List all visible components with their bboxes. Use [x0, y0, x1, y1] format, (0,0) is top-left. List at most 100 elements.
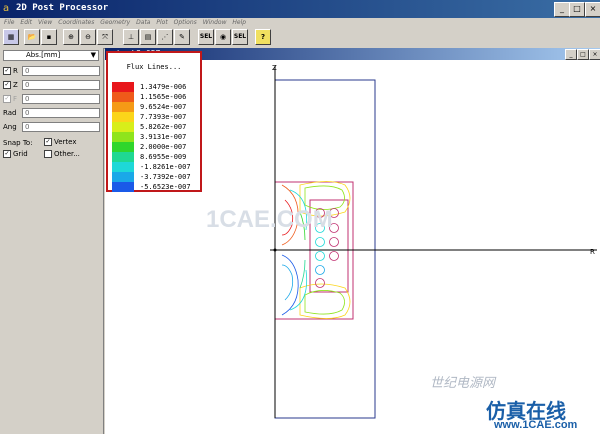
title-bar: a 2D Post Processor _ □ ×	[0, 0, 600, 18]
doc-maximize-button[interactable]: □	[577, 49, 589, 60]
flux-line	[281, 254, 299, 316]
vertex-checkbox[interactable]: ✓	[44, 138, 52, 146]
legend-swatch	[112, 172, 134, 182]
menu-plot[interactable]: Plot	[156, 18, 167, 28]
legend-row: 3.9131e-007	[112, 132, 198, 142]
toolbar: ▦ 📂 ▪ ⊕ ⊖ ⤧ ⊥ ▤ ⋰ ✎ SEL ◉ SEL ?	[0, 28, 600, 49]
z-label: Z	[13, 81, 18, 89]
legend-value: -5.6523e-007	[140, 183, 191, 191]
legend-row: 1.3479e-006	[112, 82, 198, 92]
conductor	[329, 237, 339, 247]
legend-value: 8.6955e-009	[140, 153, 187, 161]
legend-value: -1.8261e-007	[140, 163, 191, 171]
grid-icon[interactable]: ▤	[140, 29, 156, 45]
legend-row: -1.8261e-007	[112, 162, 198, 172]
grid-label: Grid	[13, 150, 28, 158]
plot-icon[interactable]: ⋰	[157, 29, 173, 45]
window-title: 2D Post Processor	[16, 3, 109, 13]
vertex-option[interactable]: ✓ Vertex	[44, 137, 77, 148]
menu-data[interactable]: Data	[136, 18, 150, 28]
coordinate-system-select[interactable]: Abs.[mm] ▼	[3, 50, 99, 61]
legend-swatch	[112, 152, 134, 162]
conductor	[315, 237, 325, 247]
menu-file[interactable]: File	[4, 18, 14, 28]
legend-row: -5.6523e-007	[112, 182, 198, 192]
eye-icon[interactable]: ◉	[215, 29, 231, 45]
z-field[interactable]: 0	[22, 80, 100, 90]
grid-checkbox[interactable]: ✓	[3, 150, 11, 158]
legend-swatch	[112, 162, 134, 172]
zoom-in-icon[interactable]: ⊕	[63, 29, 79, 45]
vertex-label: Vertex	[54, 138, 77, 146]
flux-lines-legend: Flux Lines... 1.3479e-006 1.1565e-006 9.65…	[106, 51, 202, 192]
legend-row: -3.7392e-007	[112, 172, 198, 182]
legend-swatch	[112, 92, 134, 102]
other-checkbox[interactable]	[44, 150, 52, 158]
ang-label: Ang	[3, 123, 17, 131]
menu-window[interactable]: Window	[203, 18, 227, 28]
r-label: R	[13, 67, 18, 75]
origin-marker	[273, 248, 277, 252]
menu-bar: File Edit View Coordinates Geometry Data…	[0, 18, 600, 28]
legend-row: 7.7393e-007	[112, 112, 198, 122]
legend-row: 8.6955e-009	[112, 152, 198, 162]
r-field[interactable]: 0	[22, 66, 100, 76]
domain-boundary	[274, 79, 376, 419]
conductor	[315, 278, 325, 288]
close-button[interactable]: ×	[585, 2, 600, 17]
other-option[interactable]: Other...	[44, 149, 80, 160]
f-field: 0	[22, 94, 100, 104]
calculator-icon[interactable]: ▦	[3, 29, 19, 45]
zoom-fit-icon[interactable]: ⤧	[97, 29, 113, 45]
help-icon[interactable]: ?	[255, 29, 271, 45]
zoom-out-icon[interactable]: ⊖	[80, 29, 96, 45]
flux-line	[299, 259, 306, 289]
select-button[interactable]: SEL	[198, 29, 214, 45]
menu-geometry[interactable]: Geometry	[100, 18, 130, 28]
f-label: F	[13, 95, 18, 103]
conductor	[329, 251, 339, 261]
legend-swatch	[112, 132, 134, 142]
menu-view[interactable]: View	[38, 18, 52, 28]
legend-value: 1.3479e-006	[140, 83, 187, 91]
legend-row: 1.1565e-006	[112, 92, 198, 102]
minimize-button[interactable]: _	[554, 2, 570, 17]
legend-row: 9.6524e-007	[112, 102, 198, 112]
conductor	[315, 251, 325, 261]
select-area-button[interactable]: SEL	[232, 29, 248, 45]
legend-row: 2.0000e-007	[112, 142, 198, 152]
z-axis-label: Z	[272, 64, 277, 72]
r-checkbox[interactable]: ✓	[3, 67, 11, 75]
flux-line	[299, 283, 351, 319]
coordinate-system-value: Abs.[mm]	[26, 51, 61, 59]
watermark: www.1CAE.com	[494, 419, 578, 431]
legend-swatch	[112, 102, 134, 112]
rad-field[interactable]: 0	[22, 108, 100, 118]
other-label: Other...	[54, 150, 80, 158]
open-folder-icon[interactable]: 📂	[24, 29, 40, 45]
legend-value: 2.0000e-007	[140, 143, 187, 151]
rad-label: Rad	[3, 109, 17, 117]
legend-swatch	[112, 182, 134, 192]
axes-icon[interactable]: ⊥	[123, 29, 139, 45]
snap-to-label: Snap To:	[3, 139, 33, 147]
menu-options[interactable]: Options	[174, 18, 197, 28]
maximize-button[interactable]: □	[569, 2, 585, 17]
save-icon[interactable]: ▪	[41, 29, 57, 45]
doc-close-button[interactable]: ×	[589, 49, 600, 60]
menu-edit[interactable]: Edit	[20, 18, 32, 28]
watermark: 1CAE.COM	[206, 206, 333, 233]
r-axis-label: R	[590, 248, 595, 256]
legend-title: Flux Lines...	[126, 63, 182, 71]
pin-icon[interactable]: ▼	[91, 51, 96, 60]
legend-value: 3.9131e-007	[140, 133, 187, 141]
ang-field[interactable]: 0	[22, 122, 100, 132]
doc-minimize-button[interactable]: _	[565, 49, 577, 60]
menu-help[interactable]: Help	[232, 18, 246, 28]
grid-option[interactable]: ✓ Grid	[3, 149, 28, 160]
legend-value: 7.7393e-007	[140, 113, 187, 121]
coordinate-panel: Abs.[mm] ▼ ✓ R 0 ✓ Z 0 ✓ F 0 Rad 0 Ang 0 Sn…	[0, 48, 104, 434]
z-checkbox[interactable]: ✓	[3, 81, 11, 89]
draw-icon[interactable]: ✎	[174, 29, 190, 45]
menu-coordinates[interactable]: Coordinates	[58, 18, 94, 28]
